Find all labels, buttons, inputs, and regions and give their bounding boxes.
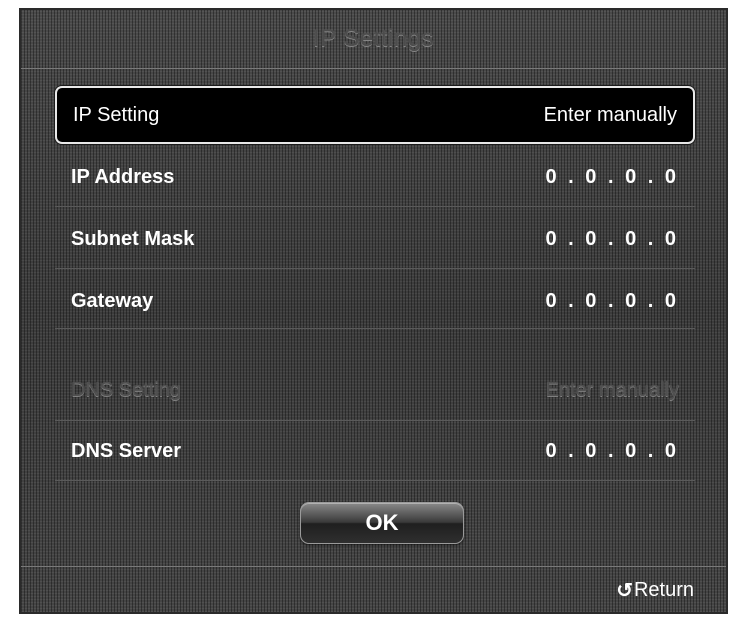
- gateway-label: Gateway: [71, 289, 154, 312]
- divider: [55, 206, 695, 207]
- return-button[interactable]: ↺ Return: [616, 578, 694, 603]
- ip-address-row[interactable]: IP Address 0 . 0 . 0 . 0: [55, 148, 695, 206]
- gateway-row[interactable]: Gateway 0 . 0 . 0 . 0: [55, 272, 695, 330]
- dns-server-value: 0 . 0 . 0 . 0: [545, 439, 679, 462]
- ip-address-label: IP Address: [71, 165, 175, 188]
- dns-server-label: DNS Server: [71, 439, 182, 462]
- return-arrow-icon: ↺: [616, 580, 633, 602]
- ip-address-value: 0 . 0 . 0 . 0: [545, 165, 679, 188]
- dialog-title: IP Settings: [312, 25, 435, 52]
- footer: ↺ Return: [21, 566, 726, 612]
- ip-setting-label: IP Setting: [73, 103, 160, 126]
- subnet-mask-label: Subnet Mask: [71, 227, 195, 250]
- dns-setting-label: DNS Setting: [71, 378, 182, 401]
- gateway-value: 0 . 0 . 0 . 0: [545, 289, 679, 312]
- ok-button[interactable]: OK: [300, 502, 464, 544]
- dns-setting-row: DNS Setting Enter manually: [55, 361, 695, 419]
- divider: [55, 480, 695, 481]
- ip-settings-dialog: IP Settings IP Setting Enter manually IP…: [19, 8, 728, 614]
- ip-setting-value: Enter manually: [543, 103, 677, 126]
- divider: [55, 420, 695, 421]
- ip-setting-row[interactable]: IP Setting Enter manually: [55, 86, 695, 144]
- title-bar: IP Settings: [21, 10, 726, 69]
- divider: [55, 268, 695, 269]
- dns-server-row[interactable]: DNS Server 0 . 0 . 0 . 0: [55, 422, 695, 480]
- subnet-mask-row[interactable]: Subnet Mask 0 . 0 . 0 . 0: [55, 210, 695, 268]
- return-label: Return: [633, 579, 694, 601]
- subnet-mask-value: 0 . 0 . 0 . 0: [545, 227, 679, 250]
- divider: [55, 328, 695, 329]
- dns-setting-value: Enter manually: [545, 378, 679, 401]
